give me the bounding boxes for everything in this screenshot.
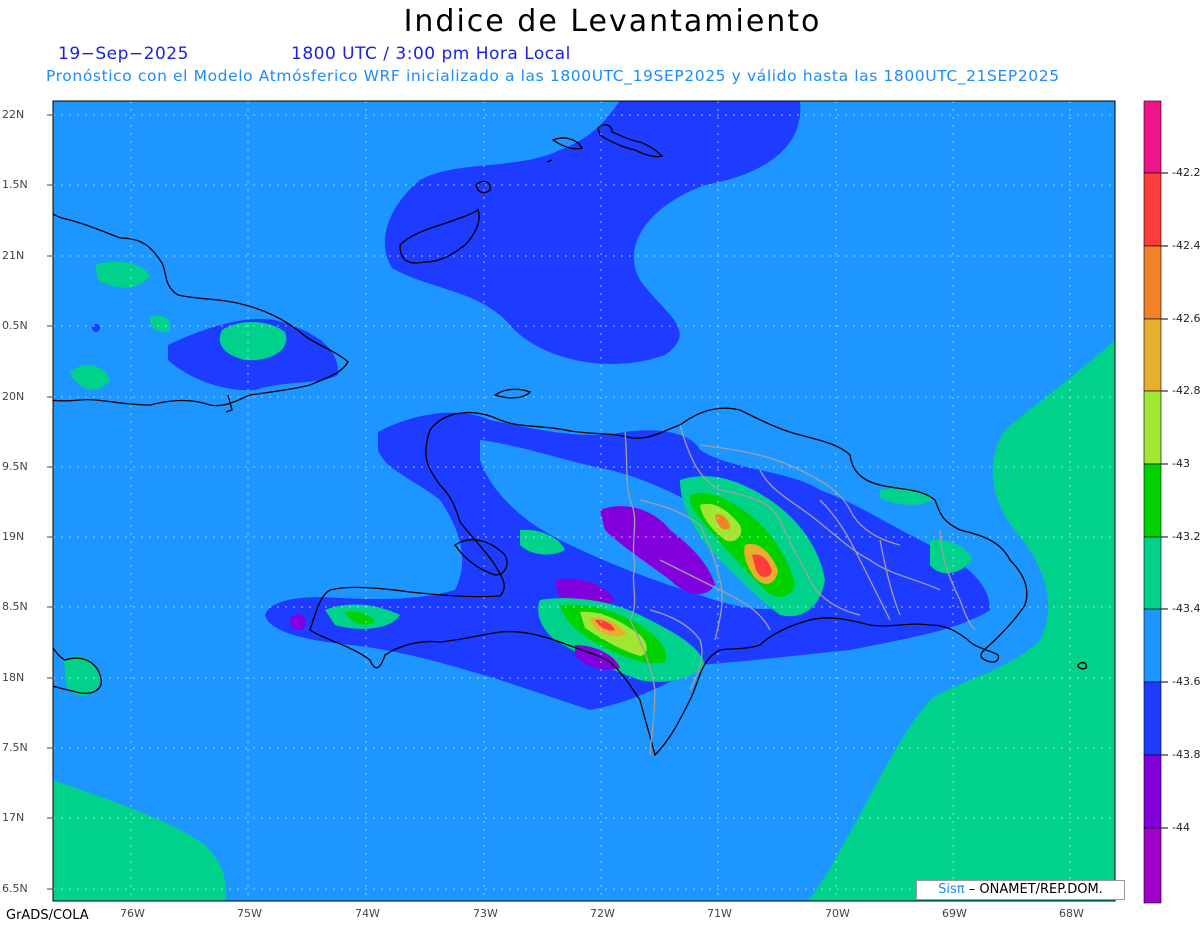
colorbar-label: -42.8: [1172, 384, 1200, 397]
lat-label: 8.5N: [2, 600, 28, 613]
lat-label: 0.5N: [2, 319, 28, 332]
colorbar-swatch-0: [1143, 100, 1162, 174]
lat-label: 9.5N: [2, 460, 28, 473]
lon-label: 69W: [942, 907, 967, 920]
colorbar-swatch-2: [1143, 245, 1162, 320]
lat-label: 1.5N: [2, 178, 28, 191]
lon-label: 75W: [237, 907, 262, 920]
lon-label: 70W: [825, 907, 850, 920]
colorbar-swatch-9: [1143, 754, 1162, 829]
colorbar-swatch-5: [1143, 463, 1162, 538]
colorbar-swatch-7: [1143, 608, 1162, 683]
lat-label: 6.5N: [2, 882, 28, 895]
credit-box: Sisπ – ONAMET/REP.DOM.: [916, 880, 1125, 900]
credit-text: – ONAMET/REP.DOM.: [968, 882, 1103, 897]
colorbar-swatch-8: [1143, 681, 1162, 756]
lon-label: 74W: [355, 907, 380, 920]
colorbar-label: -43.8: [1172, 748, 1200, 761]
colorbar-label: -44: [1172, 821, 1190, 834]
colorbar-label: -43.6: [1172, 675, 1200, 688]
software-credit: GrADS/COLA: [6, 908, 89, 923]
lon-label: 72W: [590, 907, 615, 920]
colorbar-label: -42.6: [1172, 312, 1200, 325]
credit-brand: Sisπ: [938, 882, 965, 897]
lat-label: 21N: [2, 249, 25, 262]
colorbar-label: -42.2: [1172, 166, 1200, 179]
lon-label: 73W: [473, 907, 498, 920]
lon-label: 76W: [120, 907, 145, 920]
colorbar-label: -43.2: [1172, 530, 1200, 543]
colorbar-swatch-6: [1143, 536, 1162, 610]
lon-label: 71W: [707, 907, 732, 920]
forecast-map: [47, 100, 1168, 904]
colorbar-swatch-1: [1143, 172, 1162, 247]
colorbar: [1143, 100, 1162, 904]
colorbar-swatch-10: [1143, 827, 1162, 904]
lat-label: 17N: [2, 811, 25, 824]
lat-label: 18N: [2, 671, 25, 684]
colorbar-swatch-4: [1143, 390, 1162, 465]
colorbar-label: -43.4: [1172, 602, 1200, 615]
lat-label: 19N: [2, 530, 25, 543]
colorbar-label: -43: [1172, 457, 1190, 470]
colorbar-swatch-3: [1143, 318, 1162, 392]
lon-label: 68W: [1059, 907, 1084, 920]
lat-label: 7.5N: [2, 741, 28, 754]
lat-label: 22N: [2, 108, 25, 121]
lat-label: 20N: [2, 390, 25, 403]
colorbar-label: -42.4: [1172, 239, 1200, 252]
